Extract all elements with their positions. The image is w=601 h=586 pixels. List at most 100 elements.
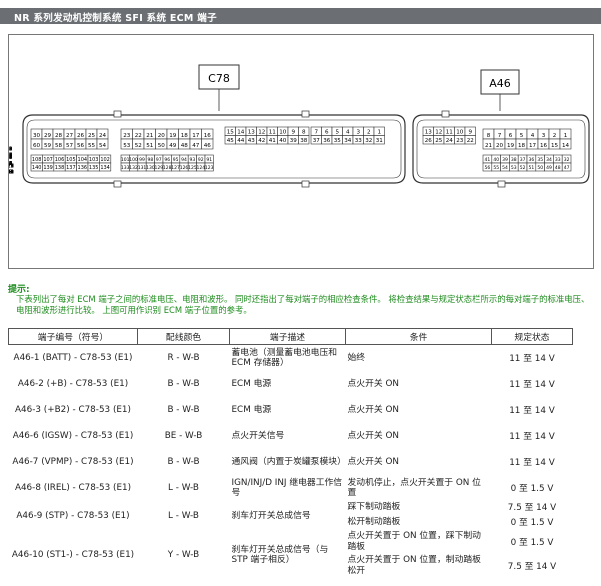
- spec-value: 7.5 至 14 V: [507, 502, 557, 513]
- pin-number: 19: [507, 143, 515, 149]
- pin-number: 35: [334, 138, 342, 144]
- pin-number: 42: [258, 138, 265, 144]
- pin-number: 20: [158, 133, 166, 139]
- pin-number: 33: [555, 157, 561, 163]
- cell-description: 刹车灯开关总成信号: [231, 510, 311, 521]
- condition-text: 点火开关 ON: [347, 404, 400, 415]
- cell-wire-color: B - W-B: [167, 456, 200, 467]
- connector-drawing: C78 A46 30 29 28 27 26 25 2460 59 58 57 56 55 54108 1…: [4, 64, 590, 188]
- cell-description: 通风阀（内置于炭罐泵模块）: [231, 456, 346, 467]
- pin-number: 1: [564, 133, 568, 139]
- cell-description: ECM 电源: [231, 378, 272, 389]
- pin-number: 98: [148, 157, 154, 163]
- pin-number: 95: [173, 157, 179, 163]
- pin-number: 91: [206, 157, 212, 163]
- spec-value: 0 至 1.5 V: [510, 484, 554, 494]
- condition-text: 点火开关置于 ON 位置，制动踏板松开: [347, 554, 481, 576]
- pin-number: 34: [546, 157, 552, 163]
- cell-condition: 始终: [346, 345, 492, 371]
- cell-spec: 7.5 至 14 V 0 至 1.5 V: [492, 501, 573, 531]
- pin-number: 100: [129, 157, 138, 163]
- cell-wire-color: BE - W-B: [164, 430, 203, 441]
- condition-text: 踩下制动踏板: [347, 501, 401, 512]
- connector-c78-label: C78: [208, 72, 230, 85]
- pin-number: 136: [78, 165, 88, 171]
- header-condition: 条件: [345, 328, 492, 345]
- pin-number: 6: [509, 133, 513, 139]
- cell-wire-color: L - W-B: [168, 510, 199, 521]
- pin-number: 16: [204, 133, 212, 139]
- pin-number: 97: [156, 157, 162, 163]
- pin-number: 15: [551, 143, 559, 149]
- pin-number: 54: [99, 143, 107, 149]
- pin-number: 34: [344, 138, 352, 144]
- pin-number: 29: [44, 133, 52, 139]
- pin-number: 105: [66, 157, 76, 163]
- connector-a46-label: A46: [489, 77, 511, 90]
- pin-number: 17: [529, 143, 537, 149]
- pin-number: 40: [493, 157, 499, 163]
- pin-number: 3: [356, 130, 360, 136]
- pin-number: 104: [78, 157, 88, 163]
- table-row: A46-9 (STP) - C78-53 (E1) L - W-B 刹车灯开关总成信…: [9, 501, 573, 531]
- pin-number: 50: [158, 143, 166, 149]
- pin-number: 35: [537, 157, 543, 163]
- pin-number: 41: [269, 138, 277, 144]
- pin-number: 137: [66, 165, 76, 171]
- pin-number: 24: [446, 138, 454, 144]
- condition-text: 点火开关 ON: [347, 456, 400, 467]
- cell-terminal: A46-8 (IREL) - C78-53 (E1): [14, 482, 132, 493]
- pin-number: 56: [77, 143, 85, 149]
- cell-condition: 点火开关 ON: [346, 423, 492, 449]
- cell-wire-color: B - W-B: [167, 378, 200, 389]
- cell-condition: 点火开关 ON: [346, 449, 492, 475]
- spec-value: 11 至 14 V: [509, 380, 555, 390]
- pin-number: 27: [66, 133, 74, 139]
- cell-description: ECM 电源: [231, 404, 272, 415]
- pin-number: 18: [518, 143, 526, 149]
- pin-number: 37: [313, 138, 321, 144]
- cell-terminal: A46-6 (IGSW) - C78-53 (E1): [12, 430, 134, 441]
- pin-number: 4: [531, 133, 535, 139]
- pin-number: 53: [511, 165, 517, 171]
- pin-number: 17: [192, 133, 200, 139]
- pin-number: 36: [529, 157, 535, 163]
- condition-text: 点火开关 ON: [347, 430, 400, 441]
- pin-number: 46: [204, 143, 212, 149]
- section-title: NR 系列发动机控制系统 SFI 系统 ECM 端子: [14, 13, 217, 24]
- cell-terminal: A46-9 (STP) - C78-53 (E1): [16, 510, 130, 521]
- pin-number: 38: [300, 138, 308, 144]
- pin-number: 22: [135, 133, 142, 139]
- pin-number: 1: [377, 130, 381, 136]
- pin-number: 57: [66, 143, 74, 149]
- pin-number: 107: [43, 157, 53, 163]
- pin-number: 134: [100, 165, 110, 171]
- pin-number: 15: [227, 130, 235, 136]
- cell-description: 刹车灯开关总成信号（与 STP 端子相反）: [231, 544, 329, 565]
- cell-spec: 0 至 1.5 V 7.5 至 14 V: [492, 531, 573, 579]
- terminal-table: 端子编号（符号） 配线颜色 端子描述 条件 规定状态 A46-1 (BATT) …: [8, 328, 573, 579]
- cell-wire-color: L - W-B: [168, 482, 199, 493]
- pin-number: 58: [55, 143, 63, 149]
- pin-number: 106: [55, 157, 65, 163]
- cell-description: 点火开关信号: [231, 430, 285, 441]
- pin-number: 13: [425, 130, 433, 136]
- pin-number: 25: [435, 138, 443, 144]
- pin-number: 47: [192, 143, 200, 149]
- pin-number: 11: [269, 130, 277, 136]
- cell-spec: 11 至 14 V: [492, 449, 573, 475]
- hint-text: 下表列出了每对 ECM 端子之间的标准电压、电阻和波形。 同时还指出了每对端子的…: [16, 294, 590, 315]
- spec-value: 7.5 至 14 V: [507, 561, 557, 572]
- pin-number: 16: [540, 143, 548, 149]
- pin-number: 27: [9, 153, 12, 159]
- spec-value: 11 至 14 V: [509, 406, 555, 416]
- table-row: A46-10 (ST1-) - C78-53 (E1) Y - W-B 刹车灯开关总…: [9, 531, 573, 579]
- pin-number: 13: [248, 130, 256, 136]
- pin-number: 99: [139, 157, 145, 163]
- pin-number: 18: [181, 133, 189, 139]
- pin-number: 56: [485, 165, 491, 171]
- condition-text: 始终: [347, 352, 366, 363]
- cell-wire-color: R - W-B: [167, 352, 200, 363]
- table-row: A46-2 (+B) - C78-53 (E1) B - W-B ECM 电源 点火开…: [9, 371, 573, 397]
- table-header-row: 端子编号（符号） 配线颜色 端子描述 条件 规定状态: [8, 328, 573, 345]
